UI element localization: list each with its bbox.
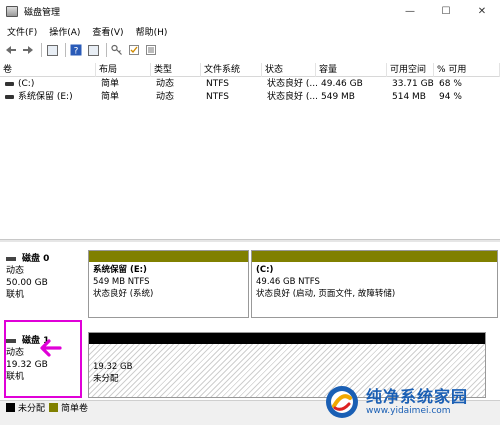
partition-band: [252, 251, 497, 262]
partition-size: 549 MB NTFS: [93, 277, 150, 287]
watermark: 纯净系统家园 www.yidaimei.com: [324, 382, 494, 422]
partition-size: 49.46 GB NTFS: [256, 277, 320, 287]
volume-status: 状态良好 (...: [267, 79, 318, 89]
column-header-percent-free[interactable]: % 可用: [434, 63, 500, 77]
column-header-free-space[interactable]: 可用空间: [387, 63, 434, 77]
properties-icon[interactable]: [86, 43, 100, 57]
menu-help[interactable]: 帮助(H): [131, 25, 173, 38]
watermark-logo-icon: [324, 384, 360, 420]
legend-item-simple-volume: 简单卷: [49, 403, 88, 414]
toolbar-separator: [41, 43, 42, 57]
toolbar: ?: [0, 40, 500, 60]
disk-type: 动态: [6, 266, 25, 276]
partition-band: [89, 333, 485, 344]
disk-status: 联机: [6, 290, 25, 300]
help-icon[interactable]: ?: [69, 43, 83, 57]
volume-type: 动态: [156, 92, 175, 102]
menu-bar: 文件(F) 操作(A) 查看(V) 帮助(H): [0, 22, 500, 40]
legend-item-unallocated: 未分配: [6, 403, 45, 414]
toolbar-separator: [65, 43, 66, 57]
volume-row[interactable]: (C:) 简单 动态 NTFS 状态良好 (... 49.46 GB 33.71…: [0, 78, 500, 91]
disk-name: 磁盘 0: [22, 254, 50, 264]
volume-free-space: 514 MB: [392, 92, 426, 102]
volume-layout: 简单: [101, 79, 120, 89]
column-header-layout[interactable]: 布局: [96, 63, 151, 77]
volume-name: 系统保留 (E:): [18, 92, 73, 102]
disk-size: 50.00 GB: [6, 278, 48, 288]
volume-type: 动态: [156, 79, 175, 89]
menu-file[interactable]: 文件(F): [2, 25, 42, 38]
column-header-volume[interactable]: 卷: [0, 63, 96, 77]
watermark-url: www.yidaimei.com: [366, 406, 451, 416]
partition-size: 19.32 GB: [93, 362, 133, 372]
partition-status: 状态良好 (启动, 页面文件, 故障转储): [256, 289, 396, 299]
watermark-title: 纯净系统家园: [366, 387, 469, 406]
partition-band: [89, 251, 248, 262]
menu-action[interactable]: 操作(A): [44, 25, 85, 38]
column-header-capacity[interactable]: 容量: [316, 63, 387, 77]
volume-status: 状态良好 (...: [267, 92, 318, 102]
window-title: 磁盘管理: [24, 7, 61, 18]
volume-percent-free: 94 %: [439, 92, 462, 102]
maximize-button[interactable]: ☐: [428, 0, 464, 22]
toolbar-separator: [106, 43, 107, 57]
volume-row[interactable]: 系统保留 (E:) 简单 动态 NTFS 状态良好 (... 549 MB 51…: [0, 91, 500, 104]
column-header-type[interactable]: 类型: [151, 63, 201, 77]
minimize-button[interactable]: —: [392, 0, 428, 22]
volume-capacity: 49.46 GB: [321, 79, 363, 89]
legend-swatch: [49, 403, 58, 412]
volume-icon: [5, 81, 14, 86]
partition-status: 未分配: [93, 374, 119, 384]
legend-label: 未分配: [18, 404, 46, 414]
window-controls: — ☐ ✕: [392, 0, 500, 22]
forward-arrow-icon[interactable]: [21, 43, 35, 57]
back-arrow-icon[interactable]: [4, 43, 18, 57]
volume-icon: [5, 94, 14, 99]
legend-swatch: [6, 403, 15, 412]
volume-free-space: 33.71 GB: [392, 79, 434, 89]
close-button[interactable]: ✕: [464, 0, 500, 22]
annotation-arrow-icon: [40, 339, 62, 357]
legend-label: 简单卷: [61, 404, 89, 414]
disk-management-app-icon: [6, 5, 18, 17]
disk-icon: [6, 256, 16, 261]
partition-name: 系统保留 (E:): [93, 265, 147, 275]
volume-layout: 简单: [101, 92, 120, 102]
list-icon[interactable]: [144, 43, 158, 57]
volume-name: (C:): [18, 79, 35, 89]
column-header-status[interactable]: 状态: [262, 63, 316, 77]
volume-percent-free: 68 %: [439, 79, 462, 89]
partition-name: (C:): [256, 265, 274, 275]
checklist-icon[interactable]: [127, 43, 141, 57]
volume-list-header: 卷 布局 类型 文件系统 状态 容量 可用空间 % 可用: [0, 63, 500, 77]
title-bar: 磁盘管理 — ☐ ✕: [0, 0, 500, 22]
disk-0-label[interactable]: 磁盘 0 动态 50.00 GB 联机: [6, 253, 84, 301]
partition-status: 状态良好 (系统): [93, 289, 154, 299]
key-icon[interactable]: [110, 43, 124, 57]
console-tree-icon[interactable]: [45, 43, 59, 57]
volume-capacity: 549 MB: [321, 92, 355, 102]
volume-filesystem: NTFS: [206, 79, 229, 89]
partition-system-reserved[interactable]: 系统保留 (E:) 549 MB NTFS 状态良好 (系统): [88, 250, 249, 318]
volume-filesystem: NTFS: [206, 92, 229, 102]
svg-text:?: ?: [74, 47, 79, 57]
menu-view[interactable]: 查看(V): [87, 25, 128, 38]
partition-c[interactable]: (C:) 49.46 GB NTFS 状态良好 (启动, 页面文件, 故障转储): [251, 250, 498, 318]
column-header-filesystem[interactable]: 文件系统: [201, 63, 262, 77]
